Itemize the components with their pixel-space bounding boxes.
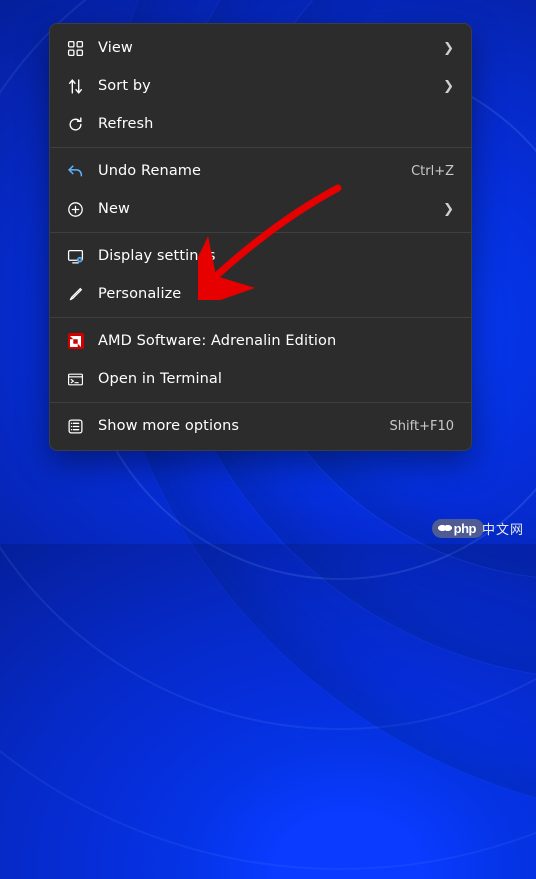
menu-item-open-terminal[interactable]: Open in Terminal (55, 360, 466, 398)
menu-item-undo[interactable]: Undo Rename Ctrl+Z (55, 152, 466, 190)
undo-icon (67, 163, 84, 180)
terminal-icon (67, 371, 84, 388)
sort-icon (67, 78, 84, 95)
more-options-icon (67, 418, 84, 435)
menu-item-label: Sort by (98, 78, 428, 94)
display-icon (67, 248, 84, 265)
desktop-context-menu: View ❯ Sort by ❯ Refresh Undo Rename Ctr… (49, 23, 472, 451)
menu-item-label: New (98, 201, 428, 217)
refresh-icon (67, 116, 84, 133)
watermark-badge: php (432, 519, 484, 538)
watermark: php 中文网 (432, 519, 524, 538)
menu-item-show-more-options[interactable]: Show more options Shift+F10 (55, 407, 466, 445)
menu-separator (50, 147, 471, 148)
menu-item-accelerator: Ctrl+Z (411, 164, 454, 179)
view-grid-icon (67, 40, 84, 57)
menu-item-display-settings[interactable]: Display settings (55, 237, 466, 275)
menu-item-view[interactable]: View ❯ (55, 29, 466, 67)
menu-separator (50, 402, 471, 403)
menu-item-label: Display settings (98, 248, 454, 264)
chevron-right-icon: ❯ (442, 202, 454, 217)
menu-item-sort[interactable]: Sort by ❯ (55, 67, 466, 105)
menu-item-label: Undo Rename (98, 163, 397, 179)
menu-item-label: AMD Software: Adrenalin Edition (98, 333, 454, 349)
menu-item-label: Show more options (98, 418, 376, 434)
menu-item-new[interactable]: New ❯ (55, 190, 466, 228)
menu-item-label: Refresh (98, 116, 454, 132)
personalize-icon (67, 286, 84, 303)
menu-separator (50, 317, 471, 318)
menu-item-label: View (98, 40, 428, 56)
chevron-right-icon: ❯ (442, 79, 454, 94)
menu-item-label: Personalize (98, 286, 454, 302)
menu-item-amd-software[interactable]: AMD Software: Adrenalin Edition (55, 322, 466, 360)
menu-item-label: Open in Terminal (98, 371, 454, 387)
amd-icon (67, 333, 84, 350)
menu-item-accelerator: Shift+F10 (390, 419, 454, 434)
chevron-right-icon: ❯ (442, 41, 454, 56)
watermark-text: 中文网 (482, 519, 524, 538)
menu-separator (50, 232, 471, 233)
menu-item-refresh[interactable]: Refresh (55, 105, 466, 143)
menu-item-personalize[interactable]: Personalize (55, 275, 466, 313)
new-icon (67, 201, 84, 218)
